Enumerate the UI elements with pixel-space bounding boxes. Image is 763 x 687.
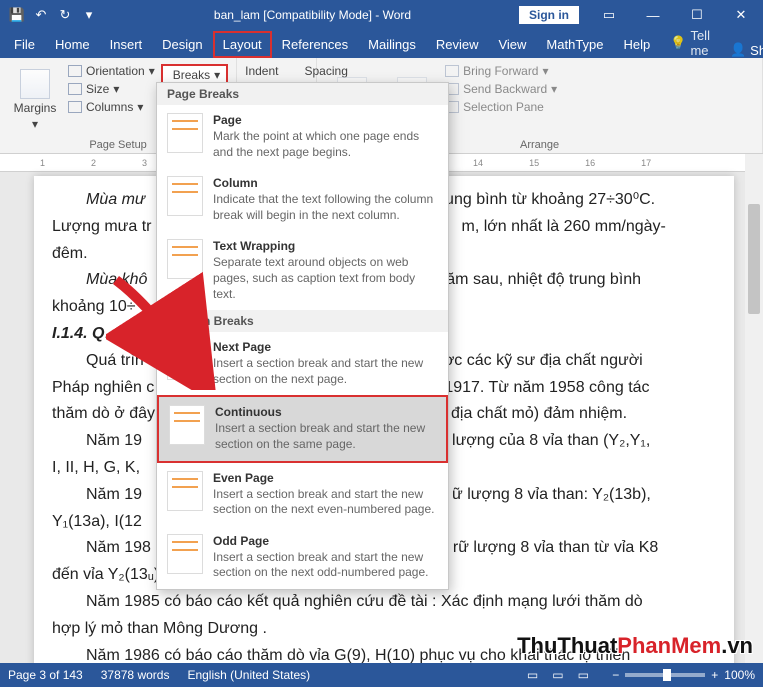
chevron-down-icon: ▾ bbox=[32, 117, 38, 131]
menu-item-column[interactable]: ColumnIndicate that the text following t… bbox=[157, 168, 448, 231]
tab-insert[interactable]: Insert bbox=[100, 31, 153, 58]
selection-pane-button[interactable]: Selection Pane bbox=[445, 100, 557, 114]
redo-icon[interactable]: ↻ bbox=[56, 6, 74, 24]
column-break-icon bbox=[167, 176, 203, 216]
tab-design[interactable]: Design bbox=[152, 31, 212, 58]
close-icon[interactable]: ✕ bbox=[719, 0, 763, 30]
even-page-break-icon bbox=[167, 471, 203, 511]
size-icon bbox=[68, 83, 82, 95]
dropdown-section-section-breaks: Section Breaks bbox=[157, 310, 448, 332]
orientation-icon bbox=[68, 65, 82, 77]
web-layout-icon[interactable]: ▭ bbox=[572, 668, 594, 682]
orientation-button[interactable]: Orientation ▾ bbox=[68, 64, 155, 78]
status-page[interactable]: Page 3 of 143 bbox=[8, 668, 83, 682]
send-backward-button: Send Backward ▾ bbox=[445, 82, 557, 96]
view-buttons: ▭ ▭ ▭ bbox=[522, 668, 595, 682]
tab-review[interactable]: Review bbox=[426, 31, 489, 58]
bring-forward-icon bbox=[445, 65, 459, 77]
tab-view[interactable]: View bbox=[488, 31, 536, 58]
menu-item-text-wrapping[interactable]: Text WrappingSeparate text around object… bbox=[157, 231, 448, 310]
menu-item-next-page[interactable]: Next PageInsert a section break and star… bbox=[157, 332, 448, 395]
continuous-break-icon bbox=[169, 405, 205, 445]
margins-button[interactable]: Margins▾ bbox=[8, 62, 62, 137]
minimize-icon[interactable]: — bbox=[631, 0, 675, 30]
menu-item-page[interactable]: PageMark the point at which one page end… bbox=[157, 105, 448, 168]
indent-label: Indent bbox=[245, 64, 278, 78]
zoom-out-icon[interactable]: − bbox=[612, 668, 619, 682]
watermark: ThuThuatPhanMem.vn bbox=[517, 633, 753, 659]
ribbon-tabs: File Home Insert Design Layout Reference… bbox=[0, 30, 763, 58]
undo-icon[interactable]: ↶ bbox=[32, 6, 50, 24]
read-mode-icon[interactable]: ▭ bbox=[522, 668, 544, 682]
zoom-control[interactable]: − + 100% bbox=[612, 668, 755, 682]
bring-forward-button: Bring Forward ▾ bbox=[445, 64, 557, 78]
window-title: ban_lam [Compatibility Mode] - Word bbox=[106, 8, 519, 22]
odd-page-break-icon bbox=[167, 534, 203, 574]
tab-file[interactable]: File bbox=[4, 31, 45, 58]
tab-home[interactable]: Home bbox=[45, 31, 100, 58]
zoom-in-icon[interactable]: + bbox=[711, 668, 718, 682]
qat-customize-icon[interactable]: ▾ bbox=[80, 6, 98, 24]
ribbon-display-icon[interactable]: ▭ bbox=[587, 0, 631, 30]
tab-mathtype[interactable]: MathType bbox=[536, 31, 613, 58]
dropdown-section-page-breaks: Page Breaks bbox=[157, 83, 448, 105]
menu-item-odd-page[interactable]: Odd PageInsert a section break and start… bbox=[157, 526, 448, 589]
status-bar: Page 3 of 143 37878 words English (Unite… bbox=[0, 663, 763, 687]
sign-in-button[interactable]: Sign in bbox=[519, 6, 579, 24]
text-wrapping-break-icon bbox=[167, 239, 203, 279]
maximize-icon[interactable]: ☐ bbox=[675, 0, 719, 30]
tab-layout[interactable]: Layout bbox=[213, 31, 272, 58]
tab-references[interactable]: References bbox=[272, 31, 358, 58]
size-button[interactable]: Size ▾ bbox=[68, 82, 155, 96]
tab-help[interactable]: Help bbox=[614, 31, 661, 58]
columns-button[interactable]: Columns ▾ bbox=[68, 100, 155, 114]
title-bar: 💾 ↶ ↻ ▾ ban_lam [Compatibility Mode] - W… bbox=[0, 0, 763, 30]
quick-access-toolbar: 💾 ↶ ↻ ▾ bbox=[0, 6, 106, 24]
page-break-icon bbox=[167, 113, 203, 153]
margins-icon bbox=[20, 69, 50, 99]
share-icon: 👤 bbox=[730, 42, 746, 58]
bulb-icon: 💡 bbox=[670, 35, 686, 51]
zoom-slider[interactable] bbox=[625, 673, 705, 677]
columns-icon bbox=[68, 101, 82, 113]
status-words[interactable]: 37878 words bbox=[101, 668, 170, 682]
scrollbar-thumb[interactable] bbox=[748, 204, 760, 314]
tab-mailings[interactable]: Mailings bbox=[358, 31, 426, 58]
menu-item-even-page[interactable]: Even PageInsert a section break and star… bbox=[157, 463, 448, 526]
share-button[interactable]: 👤Share bbox=[720, 42, 763, 58]
status-language[interactable]: English (United States) bbox=[187, 668, 310, 682]
tell-me-search[interactable]: 💡Tell me bbox=[660, 28, 720, 58]
next-page-break-icon bbox=[167, 340, 203, 380]
breaks-dropdown: Page Breaks PageMark the point at which … bbox=[156, 82, 449, 590]
menu-item-continuous[interactable]: ContinuousInsert a section break and sta… bbox=[157, 395, 448, 462]
print-layout-icon[interactable]: ▭ bbox=[547, 668, 569, 682]
vertical-scrollbar[interactable] bbox=[745, 154, 763, 663]
zoom-level[interactable]: 100% bbox=[724, 668, 755, 682]
save-icon[interactable]: 💾 bbox=[8, 6, 26, 24]
